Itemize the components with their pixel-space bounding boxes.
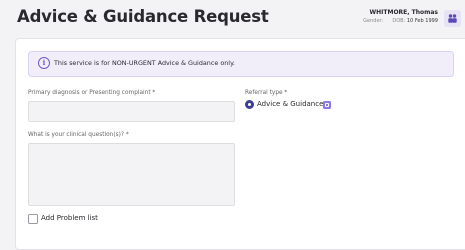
add-problem-list-label[interactable]: Add Problem list: [41, 214, 98, 222]
non-urgent-notice: i This service is for NON-URGENT Advice …: [28, 51, 454, 77]
gender-label: Gender:: [363, 18, 384, 24]
referral-type-radio[interactable]: [245, 100, 254, 109]
patient-meta: Gender: DOB: 10 Feb 1999: [363, 18, 438, 24]
referral-type-label: Referral type *: [245, 90, 288, 96]
add-problem-list-checkbox[interactable]: [28, 214, 38, 224]
notice-text: This service is for NON-URGENT Advice & …: [54, 59, 235, 67]
info-icon: i: [38, 57, 50, 69]
page-title: Advice & Guidance Request: [17, 7, 269, 26]
people-icon: [448, 14, 457, 23]
request-form-card: i This service is for NON-URGENT Advice …: [15, 38, 465, 250]
patient-name: WHITMORE, Thomas: [369, 9, 438, 16]
referral-type-option[interactable]: Advice & Guidance: [257, 100, 323, 108]
clinical-question-textarea[interactable]: [28, 143, 235, 206]
info-badge-icon[interactable]: [323, 101, 331, 109]
dob-value: 10 Feb 1999: [406, 18, 438, 24]
page-header: Advice & Guidance Request WHITMORE, Thom…: [0, 0, 465, 38]
patient-details-button[interactable]: [444, 10, 461, 27]
diagnosis-input[interactable]: [28, 101, 235, 122]
clinical-question-label: What is your clinical question(s)? *: [28, 132, 129, 138]
dob-label: DOB:: [392, 18, 406, 24]
diagnosis-label: Primary diagnosis or Presenting complain…: [28, 90, 156, 96]
